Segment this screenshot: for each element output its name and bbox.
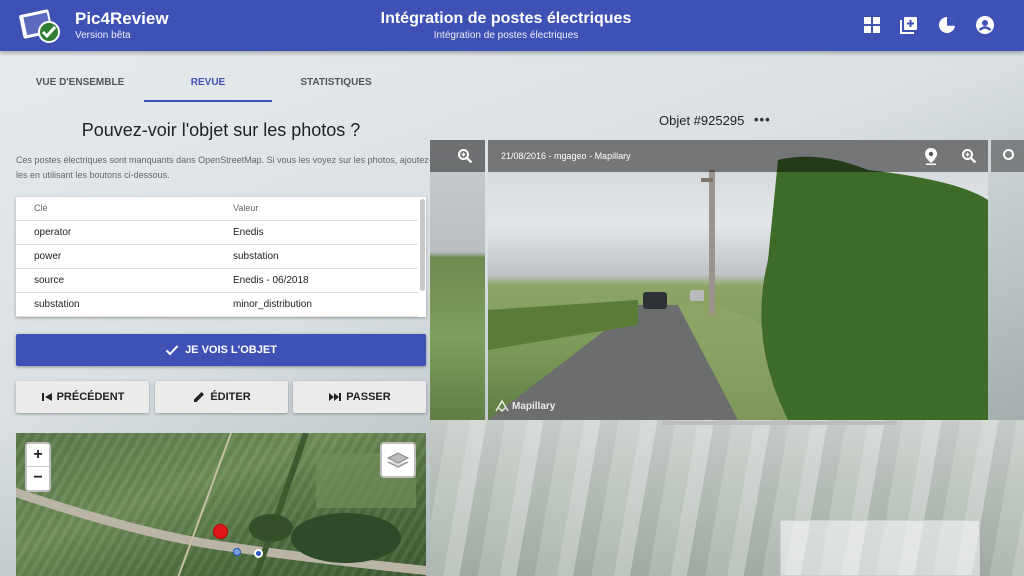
photo-marker[interactable] <box>233 548 241 556</box>
photo-carousel-scrollbar[interactable] <box>662 421 898 425</box>
previous-photo[interactable] <box>430 140 485 420</box>
see-object-label: JE VOIS L'OBJET <box>185 344 277 356</box>
zoom-control: + − <box>25 442 51 492</box>
check-icon <box>165 345 179 356</box>
pencil-icon <box>194 392 205 402</box>
zoom-icon[interactable] <box>961 148 977 164</box>
table-header: Clé Valeur <box>16 197 418 221</box>
street-scene <box>488 156 988 420</box>
project-title: Intégration de postes électriques <box>380 10 632 27</box>
table-row: operator Enedis <box>16 221 418 245</box>
table-cell-value: Enedis <box>233 227 264 238</box>
zoom-in-button[interactable]: + <box>27 444 49 467</box>
location-pin-icon[interactable] <box>923 147 939 165</box>
zoom-out-button[interactable]: − <box>27 467 49 490</box>
edit-button[interactable]: ÉDITER <box>155 381 288 413</box>
next-photo[interactable] <box>991 140 1024 172</box>
object-marker[interactable] <box>213 524 228 539</box>
skip-label: PASSER <box>346 391 391 403</box>
column-header-key: Clé <box>34 203 48 213</box>
table-cell-value: Enedis - 06/2018 <box>233 275 309 286</box>
layers-icon <box>386 452 410 468</box>
map-features <box>16 433 426 576</box>
zoom-icon[interactable] <box>457 148 473 164</box>
fast-forward-icon <box>329 393 342 401</box>
add-box-icon[interactable] <box>899 15 919 35</box>
review-description: Ces postes électriques sont manquants da… <box>16 155 432 180</box>
tags-table: Clé Valeur operator Enedis power substat… <box>16 197 426 317</box>
column-header-value: Valeur <box>233 203 259 213</box>
mapillary-logo-icon <box>495 399 509 413</box>
project-subtitle: Intégration de postes électriques <box>433 30 579 41</box>
previous-button[interactable]: PRÉCÉDENT <box>16 381 149 413</box>
tab-overview[interactable]: VUE D'ENSEMBLE <box>16 66 144 102</box>
account-icon[interactable] <box>975 15 995 35</box>
tab-statistics[interactable]: STATISTIQUES <box>272 66 400 102</box>
skip-previous-icon <box>41 393 52 401</box>
dashboard-icon[interactable] <box>862 15 882 35</box>
review-question: Pouvez-voir l'objet sur les photos ? <box>81 120 361 140</box>
table-cell-key: power <box>34 251 62 262</box>
object-title: Objet #925295 <box>659 113 745 128</box>
tab-bar: VUE D'ENSEMBLE REVUE STATISTIQUES <box>16 66 410 102</box>
table-cell-key: operator <box>34 227 72 238</box>
table-scrollbar[interactable] <box>420 199 425 291</box>
table-row: substation minor_distribution <box>16 293 418 317</box>
table-cell-value: substation <box>233 251 279 262</box>
previous-label: PRÉCÉDENT <box>56 391 125 403</box>
background-building <box>780 520 980 576</box>
tab-review[interactable]: REVUE <box>144 66 272 102</box>
table-cell-key: source <box>34 275 65 286</box>
skip-button[interactable]: PASSER <box>293 381 426 413</box>
map-view[interactable] <box>16 433 426 576</box>
see-object-button[interactable]: JE VOIS L'OBJET <box>16 334 426 366</box>
current-photo[interactable]: 21/08/2016 - mgageo - Mapillary Mapillar… <box>488 140 988 420</box>
current-photo-marker[interactable] <box>254 549 263 558</box>
table-cell-key: substation <box>34 299 80 310</box>
table-row: source Enedis - 06/2018 <box>16 269 418 293</box>
table-cell-value: minor_distribution <box>233 299 312 310</box>
mapillary-watermark: Mapillary <box>512 401 556 412</box>
edit-label: ÉDITER <box>210 391 251 403</box>
more-options-icon[interactable]: ••• <box>754 112 771 127</box>
app-header: Pic4Review Version bêta Intégration de p… <box>0 0 1024 51</box>
table-row: power substation <box>16 245 418 269</box>
zoom-icon[interactable] <box>1002 148 1018 164</box>
pie-chart-icon[interactable] <box>937 15 957 35</box>
photo-caption: 21/08/2016 - mgageo - Mapillary <box>501 151 631 161</box>
layers-button[interactable] <box>380 442 416 478</box>
